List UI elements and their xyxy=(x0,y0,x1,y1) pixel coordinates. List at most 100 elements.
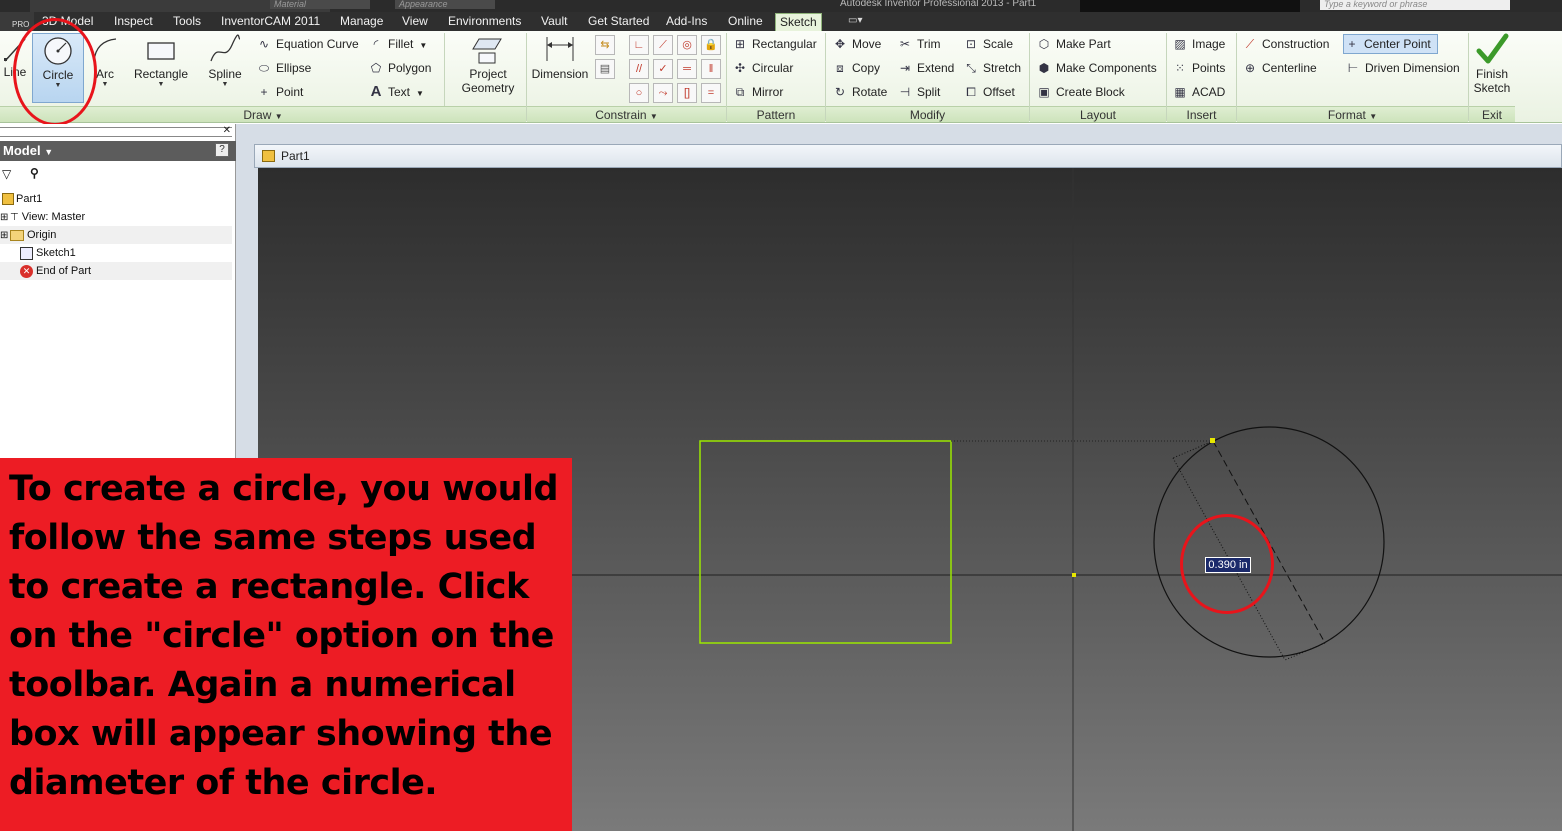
spline-button[interactable]: Spline ▼ xyxy=(202,33,248,103)
circular-pattern-button[interactable]: ✣ Circular xyxy=(732,58,793,78)
trim-button[interactable]: ✂ Trim xyxy=(897,34,941,54)
tab-view[interactable]: View xyxy=(398,13,432,31)
constrain-panel-title[interactable]: Constrain ▼ xyxy=(527,106,726,122)
concentric-constraint-icon[interactable]: ◎ xyxy=(677,35,697,55)
format-panel-expand-arrow[interactable]: ▼ xyxy=(1369,112,1377,121)
circle-point[interactable] xyxy=(1210,438,1215,443)
collinear-constraint-icon[interactable]: ⟋ xyxy=(653,35,673,55)
insert-image-button[interactable]: ▨ Image xyxy=(1172,34,1225,54)
checkmark-icon xyxy=(1476,33,1509,64)
spline-label: Spline xyxy=(208,67,242,81)
origin-point[interactable] xyxy=(1072,573,1076,577)
copy-button[interactable]: ⧈ Copy xyxy=(832,58,880,78)
auto-dimension-icon[interactable]: ⇆ xyxy=(595,35,615,55)
tree-item-origin[interactable]: ⊞ Origin xyxy=(0,226,232,244)
tree-item-part1[interactable]: Part1 xyxy=(0,190,232,208)
equal-constraint-icon[interactable]: = xyxy=(701,83,721,103)
dimension-label: Dimension xyxy=(531,67,589,81)
browser-dropdown-arrow[interactable]: ▼ xyxy=(44,147,53,157)
offset-button[interactable]: ⧠ Offset xyxy=(963,82,1015,102)
expand-icon[interactable]: ⊞ xyxy=(0,209,10,227)
create-block-button[interactable]: ▣ Create Block xyxy=(1036,82,1125,102)
tab-online[interactable]: Online xyxy=(724,13,767,31)
move-button[interactable]: ✥ Move xyxy=(832,34,881,54)
extend-button[interactable]: ⇥ Extend xyxy=(897,58,954,78)
symmetric-constraint-icon[interactable]: [] xyxy=(677,83,697,103)
help-icon[interactable]: ? xyxy=(215,143,229,157)
app-window: Material Appearance Autodesk Inventor Pr… xyxy=(0,0,1562,831)
offset-label: Offset xyxy=(983,85,1015,99)
tab-environments[interactable]: Environments xyxy=(444,13,525,31)
tree-item-sketch1[interactable]: Sketch1 xyxy=(0,244,232,262)
layout-panel-title: Layout xyxy=(1030,106,1166,122)
stretch-icon: ⤡ xyxy=(966,61,976,75)
fix-constraint-icon[interactable]: 🔒 xyxy=(701,35,721,55)
insert-points-button[interactable]: ⁙ Points xyxy=(1172,58,1225,78)
tab-sketch[interactable]: Sketch xyxy=(775,13,822,31)
rectangle-dropdown-arrow[interactable]: ▼ xyxy=(130,81,192,88)
point-icon: + xyxy=(260,85,268,99)
tab-get-started[interactable]: Get Started xyxy=(584,13,653,31)
equation-curve-button[interactable]: ∿ Equation Curve xyxy=(256,34,359,54)
mirror-button[interactable]: ⧉ Mirror xyxy=(732,82,784,102)
tab-add-ins[interactable]: Add-Ins xyxy=(662,13,711,31)
appearance-dropdown[interactable]: Appearance xyxy=(395,0,495,9)
dimension-button[interactable]: Dimension xyxy=(530,33,590,103)
rotate-button[interactable]: ↻ Rotate xyxy=(832,82,887,102)
tree-item-view-master[interactable]: ⊞ ⊤ View: Master xyxy=(0,208,232,226)
tab-inspect[interactable]: Inspect xyxy=(110,13,157,31)
tangent-constraint-icon[interactable]: ○ xyxy=(629,83,649,103)
centerline-button[interactable]: ⊕ Centerline xyxy=(1242,58,1317,78)
fillet-button[interactable]: ◜ Fillet ▼ xyxy=(368,34,428,54)
sketch-rectangle[interactable] xyxy=(699,440,952,644)
rectangular-pattern-button[interactable]: ⊞ Rectangular xyxy=(732,34,817,54)
document-title[interactable]: Part1 xyxy=(281,149,310,163)
split-button[interactable]: ⊣ Split xyxy=(897,82,941,102)
rectangle-button[interactable]: Rectangle ▼ xyxy=(130,33,192,103)
circular-pattern-icon: ✣ xyxy=(734,61,746,75)
horizontal-constraint-icon[interactable]: ═ xyxy=(677,59,697,79)
tab-inventorcam[interactable]: InventorCAM 2011 xyxy=(217,13,324,31)
point-button[interactable]: + Point xyxy=(256,82,303,102)
text-button[interactable]: A Text ▼ xyxy=(368,82,424,102)
ribbon-display-toggle[interactable]: ▭▾ xyxy=(848,15,872,27)
material-dropdown[interactable]: Material xyxy=(270,0,370,9)
construction-button[interactable]: ⟋ Construction xyxy=(1242,34,1330,54)
tab-vault[interactable]: Vault xyxy=(537,13,571,31)
tree-item-end-of-part[interactable]: ✕ End of Part xyxy=(0,262,232,280)
browser-grip-bar[interactable] xyxy=(0,127,232,137)
stretch-button[interactable]: ⤡ Stretch xyxy=(963,58,1021,78)
insert-acad-button[interactable]: ▦ ACAD xyxy=(1172,82,1225,102)
constrain-panel-expand-arrow[interactable]: ▼ xyxy=(650,112,658,121)
draw-panel-expand-arrow[interactable]: ▼ xyxy=(275,112,283,121)
filter-icon[interactable]: ▽ xyxy=(2,167,11,181)
make-part-button[interactable]: ⬡ Make Part xyxy=(1036,34,1111,54)
vertical-constraint-icon[interactable]: ‖ xyxy=(701,59,721,79)
coincident-constraint-icon[interactable]: ∟ xyxy=(629,35,649,55)
finish-sketch-button[interactable]: Finish Sketch xyxy=(1470,33,1514,103)
show-constraints-icon[interactable]: ▤ xyxy=(595,59,615,79)
mirror-icon: ⧉ xyxy=(735,85,745,99)
center-point-button[interactable]: + Center Point xyxy=(1343,34,1438,54)
tab-manage[interactable]: Manage xyxy=(336,13,387,31)
driven-dimension-button[interactable]: ⊢ Driven Dimension xyxy=(1345,58,1460,78)
spline-dropdown-arrow[interactable]: ▼ xyxy=(202,81,248,88)
format-panel-title[interactable]: Format ▼ xyxy=(1237,106,1468,122)
expand-icon[interactable]: ⊞ xyxy=(0,227,10,245)
ellipse-button[interactable]: ⬭ Ellipse xyxy=(256,58,311,78)
text-dropdown-arrow[interactable]: ▼ xyxy=(416,89,424,98)
polygon-button[interactable]: ⬠ Polygon xyxy=(368,58,432,78)
perpendicular-constraint-icon[interactable]: ✓ xyxy=(653,59,673,79)
close-icon[interactable]: ✕ xyxy=(223,126,231,136)
help-search-input[interactable]: Type a keyword or phrase xyxy=(1320,0,1510,10)
scale-button[interactable]: ⊡ Scale xyxy=(963,34,1013,54)
browser-header[interactable]: Model ▼ xyxy=(0,141,236,161)
create-block-label: Create Block xyxy=(1056,85,1125,99)
make-components-button[interactable]: ⬢ Make Components xyxy=(1036,58,1157,78)
project-geometry-button[interactable]: Project Geometry xyxy=(454,33,522,103)
tab-tools[interactable]: Tools xyxy=(169,13,205,31)
parallel-constraint-icon[interactable]: // xyxy=(629,59,649,79)
find-icon[interactable]: ⚲ xyxy=(30,166,39,180)
fillet-dropdown-arrow[interactable]: ▼ xyxy=(419,41,427,50)
smooth-constraint-icon[interactable]: ⤳ xyxy=(653,83,673,103)
